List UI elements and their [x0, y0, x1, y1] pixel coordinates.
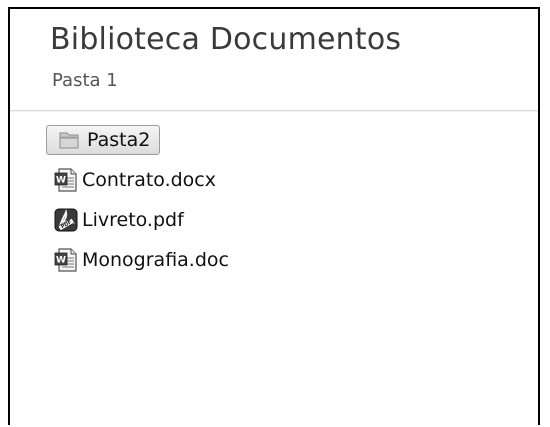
- list-item-pasta2[interactable]: Pasta2: [46, 125, 160, 155]
- explorer-window: Biblioteca Documentos Pasta 1 Pasta2 W C…: [8, 7, 540, 425]
- file-list: Pasta2 W Contrato.docx PDF Livreto.pdf W…: [46, 125, 229, 286]
- word-document-icon: W: [52, 167, 80, 193]
- list-item-label: Monografia.doc: [82, 249, 229, 271]
- list-item-label: Pasta2: [87, 129, 151, 151]
- list-item-label: Livreto.pdf: [82, 209, 184, 231]
- list-item-contrato[interactable]: W Contrato.docx: [46, 166, 229, 194]
- list-item-livreto[interactable]: PDF Livreto.pdf: [46, 206, 229, 234]
- list-item-monografia[interactable]: W Monografia.doc: [46, 246, 229, 274]
- folder-icon: [55, 127, 83, 153]
- library-title: Biblioteca Documentos: [50, 22, 402, 57]
- word-document-icon: W: [52, 247, 80, 273]
- list-item-label: Contrato.docx: [82, 169, 216, 191]
- library-header: Biblioteca Documentos Pasta 1: [10, 9, 538, 111]
- library-subtitle: Pasta 1: [52, 70, 118, 91]
- svg-text:W: W: [56, 176, 66, 186]
- pdf-document-icon: PDF: [52, 207, 80, 233]
- svg-text:W: W: [56, 256, 66, 266]
